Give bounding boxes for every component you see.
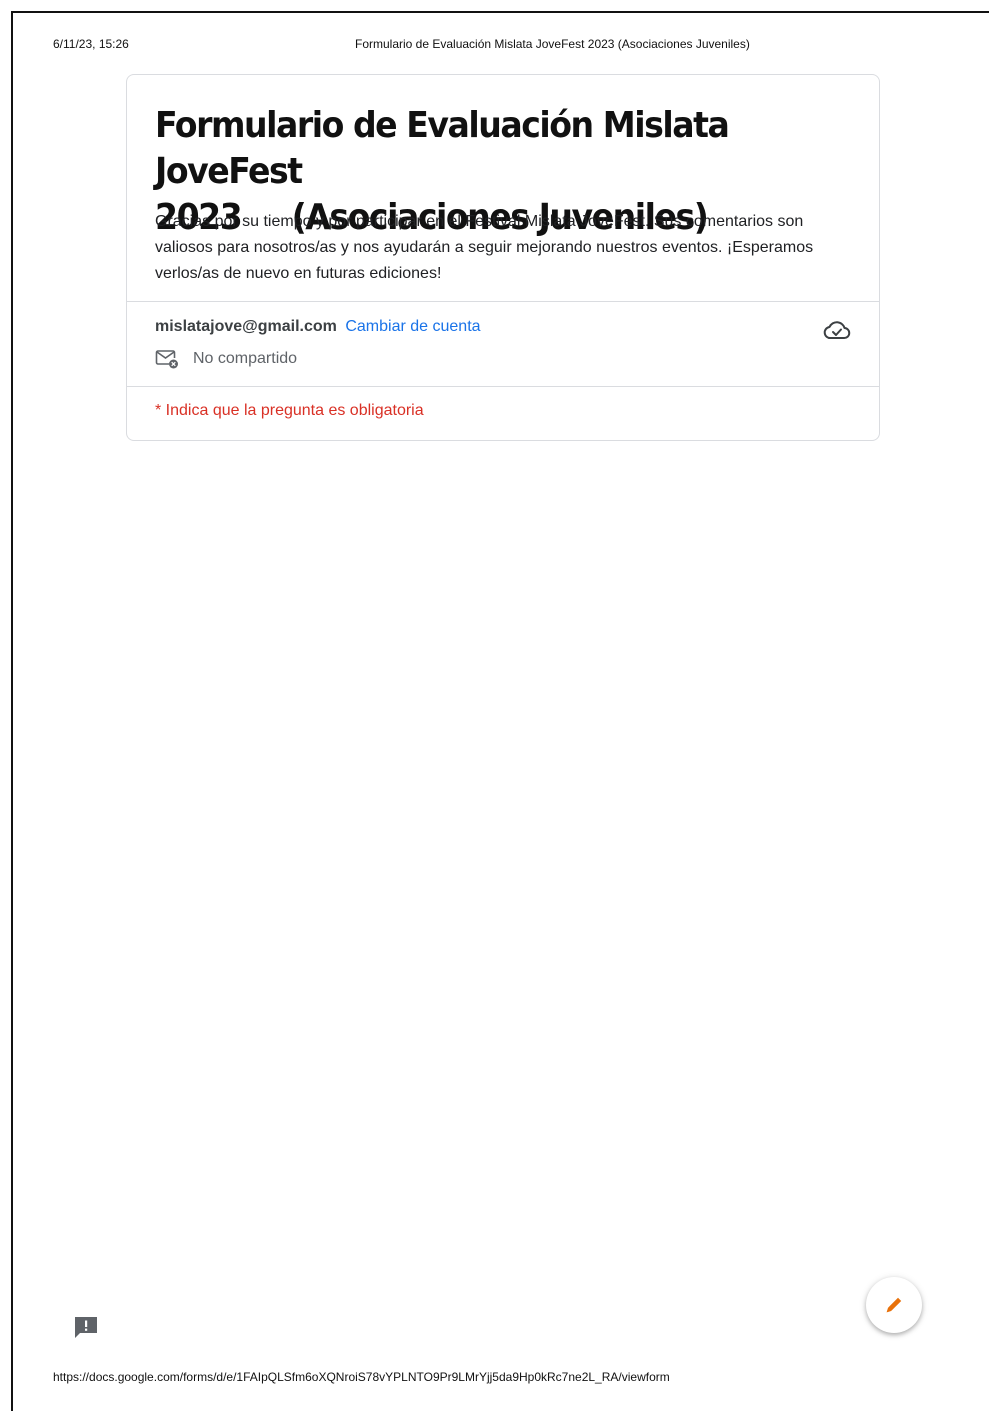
switch-account-link[interactable]: Cambiar de cuenta: [345, 318, 480, 335]
feedback-icon[interactable]: [72, 1314, 100, 1342]
divider: [127, 301, 879, 302]
print-page-title: Formulario de Evaluación Mislata JoveFes…: [355, 37, 750, 51]
mail-not-shared-icon: [155, 350, 178, 369]
cloud-saved-icon[interactable]: [823, 319, 851, 341]
divider: [127, 386, 879, 387]
share-status-row: No compartido: [155, 349, 297, 369]
account-email: mislatajove@gmail.com: [155, 318, 337, 335]
pencil-icon: [886, 1297, 902, 1313]
edit-button[interactable]: [866, 1277, 922, 1333]
form-description: Gracias por su tiempo y por participar e…: [155, 213, 814, 282]
account-row: mislatajove@gmail.com Cambiar de cuenta: [155, 317, 481, 337]
print-url: https://docs.google.com/forms/d/e/1FAIpQ…: [53, 1370, 670, 1384]
share-status-text: No compartido: [193, 350, 298, 367]
required-note: * Indica que la pregunta es obligatoria: [155, 402, 424, 419]
print-date: 6/11/23, 15:26: [53, 37, 129, 51]
form-header-card: Formulario de Evaluación Mislata JoveFes…: [126, 74, 880, 441]
